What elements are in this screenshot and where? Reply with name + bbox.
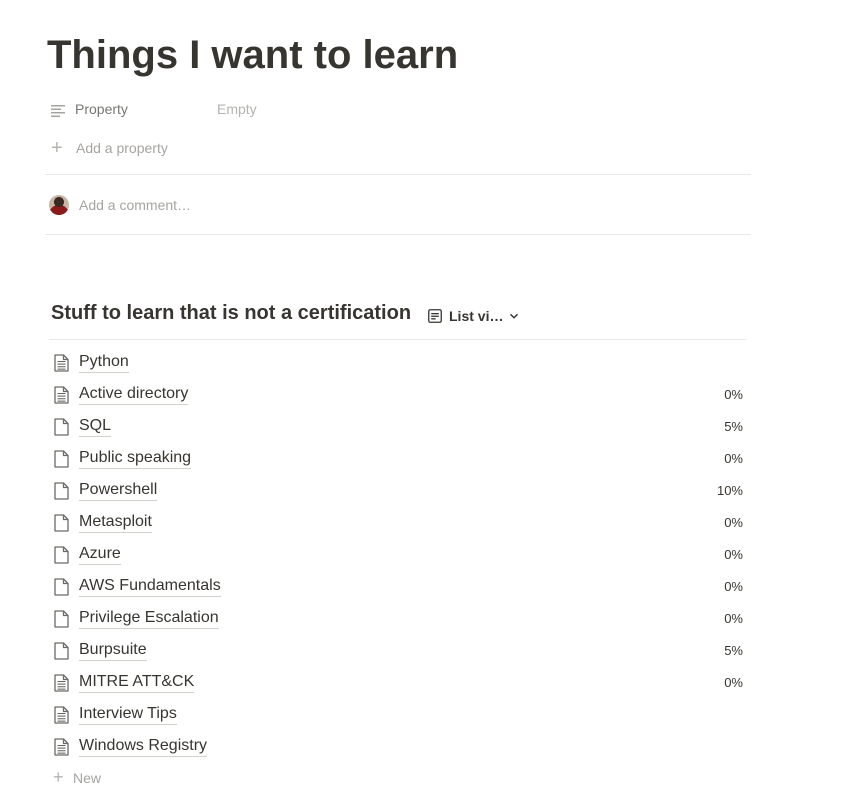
text-lines-icon — [51, 105, 65, 117]
page-icon — [54, 578, 69, 596]
list-item[interactable]: AWS Fundamentals 0% — [49, 570, 747, 602]
list-item-progress: 0% — [724, 387, 743, 402]
page-icon — [54, 482, 69, 500]
page-text-icon — [54, 738, 69, 756]
list-item[interactable]: Python — [49, 346, 747, 378]
list-item-title[interactable]: SQL — [79, 416, 112, 437]
list-item-title[interactable]: Active directory — [79, 384, 189, 405]
plus-icon: + — [51, 137, 63, 159]
avatar — [49, 195, 69, 215]
divider — [45, 234, 751, 235]
list-item[interactable]: Public speaking 0% — [49, 442, 747, 474]
list-item-title[interactable]: Windows Registry — [79, 736, 208, 757]
list-item[interactable]: Active directory 0% — [49, 378, 747, 410]
page-icon — [54, 546, 69, 564]
list-item[interactable]: Powershell 10% — [49, 474, 747, 506]
database-divider — [49, 339, 747, 340]
page-icon — [54, 450, 69, 468]
page-title[interactable]: Things I want to learn — [47, 30, 458, 80]
add-property-label: Add a property — [76, 140, 168, 156]
list-item-title[interactable]: Burpsuite — [79, 640, 147, 661]
view-label: List vi… — [449, 308, 504, 324]
list-item[interactable]: Azure 0% — [49, 538, 747, 570]
database-title[interactable]: Stuff to learn that is not a certificati… — [51, 302, 411, 325]
list-item-progress: 0% — [724, 515, 743, 530]
list-item-title[interactable]: Metasploit — [79, 512, 152, 533]
list-item-progress: 0% — [724, 611, 743, 626]
list-item-title[interactable]: Public speaking — [79, 448, 192, 469]
list-item-progress: 10% — [716, 483, 743, 498]
new-item-label: New — [73, 770, 102, 786]
comment-input[interactable]: Add a comment… — [79, 197, 191, 213]
list-item[interactable]: MITRE ATT&CK 0% — [49, 666, 747, 698]
database-list: Python Active directory 0% SQL 5% Public spea… — [49, 346, 747, 762]
list-item-progress: 0% — [724, 579, 743, 594]
page-text-icon — [54, 674, 69, 692]
list-item-progress: 5% — [724, 419, 743, 434]
list-item[interactable]: Burpsuite 5% — [49, 634, 747, 666]
list-item-progress: 0% — [724, 675, 743, 690]
list-item-title[interactable]: AWS Fundamentals — [79, 576, 221, 597]
list-item[interactable]: Windows Registry — [49, 730, 747, 762]
list-item[interactable]: SQL 5% — [49, 410, 747, 442]
comment-input-row[interactable]: Add a comment… — [45, 191, 751, 219]
list-item-title[interactable]: Python — [79, 352, 129, 373]
page-text-icon — [54, 354, 69, 372]
list-item[interactable]: Metasploit 0% — [49, 506, 747, 538]
page-icon — [54, 610, 69, 628]
add-property-button[interactable]: + Add a property — [45, 137, 245, 161]
list-view-icon — [428, 309, 442, 323]
property-value[interactable]: Empty — [217, 101, 257, 117]
new-item-button[interactable]: + New — [49, 768, 149, 788]
list-item-title[interactable]: MITRE ATT&CK — [79, 672, 195, 693]
list-item-title[interactable]: Privilege Escalation — [79, 608, 219, 629]
property-row[interactable]: Property Empty — [45, 98, 751, 122]
page-icon — [54, 642, 69, 660]
page-icon — [54, 514, 69, 532]
list-item-progress: 0% — [724, 451, 743, 466]
list-item-progress: 5% — [724, 643, 743, 658]
list-item-progress: 0% — [724, 547, 743, 562]
list-item-title[interactable]: Powershell — [79, 480, 158, 501]
list-item[interactable]: Privilege Escalation 0% — [49, 602, 747, 634]
property-name[interactable]: Property — [75, 101, 128, 117]
page-text-icon — [54, 706, 69, 724]
view-switcher[interactable]: List vi… — [428, 306, 528, 326]
notion-page: Things I want to learn Property Empty + … — [0, 0, 850, 800]
plus-icon: + — [53, 767, 64, 787]
page-text-icon — [54, 386, 69, 404]
chevron-down-icon — [509, 313, 519, 319]
list-item-title[interactable]: Azure — [79, 544, 121, 565]
page-icon — [54, 418, 69, 436]
divider — [45, 174, 751, 175]
list-item[interactable]: Interview Tips — [49, 698, 747, 730]
list-item-title[interactable]: Interview Tips — [79, 704, 177, 725]
